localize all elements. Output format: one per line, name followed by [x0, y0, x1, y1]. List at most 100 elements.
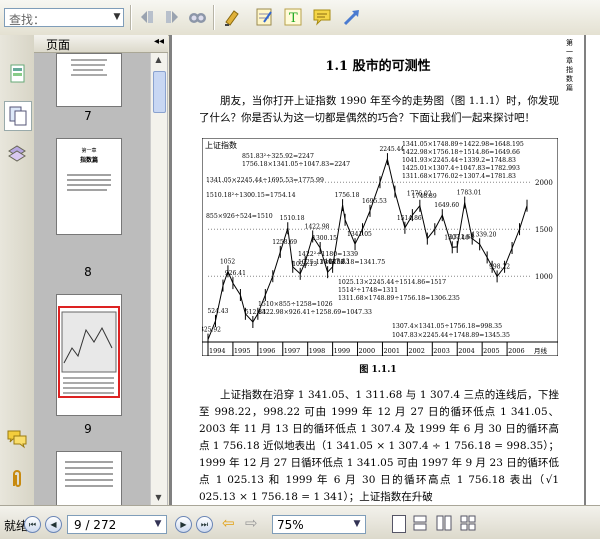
- thumbnail-label: 7: [84, 109, 92, 123]
- arrow-tool-button[interactable]: [340, 5, 364, 29]
- thumbnail-scrollbar[interactable]: ▲ ▼: [150, 53, 167, 505]
- highlighter-icon: [225, 10, 239, 26]
- layers-tab-button[interactable]: [4, 140, 30, 168]
- thumbnail-list: 7 第一章 指数篇 8 9 ▲ ▼: [34, 53, 168, 505]
- search-dropdown-icon[interactable]: ▼: [112, 10, 122, 25]
- figure-caption: 图 1.1.1: [359, 365, 397, 375]
- x-tick-label: 1997: [284, 347, 301, 355]
- formula-annotation: 1422.98×1756.18÷1514.86=1649.66: [402, 149, 520, 156]
- paperclip-icon: [13, 470, 21, 487]
- find-previous-button[interactable]: [135, 5, 159, 29]
- x-tick-label: 1994: [209, 347, 226, 355]
- formula-annotation: 1025.13×1756.18=1341.75: [298, 259, 385, 266]
- scroll-up-arrow-icon[interactable]: ▲: [153, 53, 164, 67]
- pages-icon: [10, 64, 25, 83]
- thumbnail-page-10-content: [65, 461, 113, 487]
- thumbnail-page-9[interactable]: [56, 294, 122, 416]
- thumbnail-selection-frame: [58, 306, 120, 398]
- x-tick-label: 2006: [508, 347, 525, 355]
- formula-annotation: 1756.18×1341.05÷1047.83=2247: [242, 161, 350, 168]
- next-page-button[interactable]: ▶: [175, 516, 192, 533]
- document-viewport: 第一章 指数篇 1.1 股市的可测性 朋友，当你打开上证指数 1990 年至今的…: [169, 35, 586, 505]
- point-label: 1052: [220, 258, 235, 265]
- text-tool-icon: T: [284, 8, 302, 26]
- point-label: 1649.60: [434, 202, 459, 209]
- thumbnails-tab-button[interactable]: [4, 101, 32, 131]
- continuous-facing-view-icon[interactable]: [460, 515, 476, 531]
- search-input-value: 查找：: [9, 13, 46, 27]
- x-tick-label: 2003: [433, 347, 450, 355]
- arrow-icon: [343, 10, 359, 26]
- zoom-dropdown-icon[interactable]: ▼: [351, 518, 363, 531]
- formula-annotation: 1307.4×1341.05÷1756.18=998.35: [392, 323, 502, 330]
- formula-annotation: 1341.05×1748.89÷1422.98=1648.195: [402, 141, 524, 148]
- statusbar: 就绪 ⏮ ◀ 9 / 272 ▼ ▶ ⏭ ⇦ ⇨ 75% ▼: [0, 505, 600, 539]
- point-label: 1422.98: [305, 223, 330, 230]
- x-tick-label: 2002: [408, 347, 425, 355]
- thumbnail-page-7[interactable]: [56, 53, 122, 107]
- find-next-button[interactable]: [160, 5, 184, 29]
- y-tick-label: 1500: [535, 226, 553, 234]
- highlight-button[interactable]: [220, 5, 244, 29]
- facing-view-icon[interactable]: [436, 515, 452, 531]
- thumbnail-page-7-content: [71, 59, 107, 76]
- go-forward-icon[interactable]: ⇨: [245, 514, 258, 532]
- previous-page-button[interactable]: ◀: [45, 516, 62, 533]
- formula-annotation: 1311.68×1748.89÷1756.18=1306.235: [338, 295, 460, 302]
- search-input[interactable]: 查找： ▼: [4, 8, 124, 27]
- formula-annotation: 1425.01×1307.4÷1047.83=1782.993: [402, 165, 520, 172]
- chart-title: 上证指数: [205, 140, 237, 150]
- point-label: 1510.18: [280, 215, 305, 222]
- notepad-button[interactable]: [252, 5, 276, 29]
- point-label: 1258.69: [272, 239, 297, 246]
- intro-paragraph: 朋友，当你打开上证指数 1990 年至今的走势图（图 1.1.1）时，你发现了什…: [199, 95, 559, 124]
- page-dropdown-icon[interactable]: ▼: [152, 518, 164, 531]
- thumbnail-page-10[interactable]: [56, 451, 122, 505]
- formula-annotation: 1510.18²÷1300.15=1754.14: [206, 192, 296, 199]
- sidebar-rail: [0, 35, 35, 505]
- toolbar-separator: [213, 5, 215, 30]
- comment-button[interactable]: [310, 5, 334, 29]
- x-tick-label: 2001: [383, 347, 400, 355]
- single-page-view-icon[interactable]: [392, 515, 406, 533]
- x-tick-label: 1996: [259, 347, 276, 355]
- collapse-panel-icon[interactable]: ◂◂: [154, 36, 164, 47]
- point-label: 1514.86: [397, 215, 422, 222]
- formula-annotation: 1422.98×926.41÷1258.69=1047.33: [258, 309, 372, 316]
- continuous-view-icon[interactable]: [413, 515, 427, 531]
- x-tick-label: 1995: [234, 347, 251, 355]
- x-unit-label: 月线: [534, 346, 548, 355]
- first-page-button[interactable]: ⏮: [24, 516, 41, 533]
- find-options-button[interactable]: [185, 5, 209, 29]
- thumbnails-icon: [9, 106, 27, 126]
- x-tick-label: 1998: [309, 347, 326, 355]
- thumbnail-page-9-content: [61, 311, 117, 394]
- point-label: 1311.68: [449, 234, 474, 241]
- point-label: 998.22: [489, 263, 510, 270]
- last-page-button[interactable]: ⏭: [196, 516, 213, 533]
- toolbar: 查找： ▼ T: [0, 0, 600, 36]
- attachments-tab-button[interactable]: [4, 465, 30, 493]
- comment-icon: [313, 9, 331, 26]
- pages-panel-title: 页面: [46, 38, 71, 52]
- formula-annotation: 1341.05×2245.44÷1695.53=1775.99: [206, 177, 324, 184]
- page-number-input[interactable]: 9 / 272 ▼: [67, 515, 167, 534]
- x-tick-label: 2005: [483, 347, 500, 355]
- zoom-value: 75%: [277, 518, 304, 532]
- thumbnail-page-8[interactable]: 第一章 指数篇: [56, 138, 122, 235]
- text-tool-button[interactable]: T: [281, 5, 305, 29]
- point-label: 1756.18: [335, 192, 360, 199]
- x-tick-label: 2000: [359, 347, 376, 355]
- y-tick-label: 2000: [535, 179, 553, 187]
- zoom-select[interactable]: 75% ▼: [272, 515, 366, 534]
- binoculars-icon: [189, 13, 206, 23]
- comments-tab-button[interactable]: [4, 425, 30, 453]
- formula-annotation: 1025.13×2245.44÷1514.86=1517: [338, 279, 446, 286]
- point-label: 325.92: [202, 327, 221, 334]
- scroll-down-arrow-icon[interactable]: ▼: [153, 491, 164, 505]
- go-back-icon[interactable]: ⇦: [222, 514, 235, 532]
- scrollbar-thumb[interactable]: [153, 71, 166, 113]
- pages-panel-header: 页面 ◂◂: [34, 35, 168, 53]
- pages-tab-button[interactable]: [4, 60, 30, 88]
- point-label: 2245.44: [379, 146, 404, 153]
